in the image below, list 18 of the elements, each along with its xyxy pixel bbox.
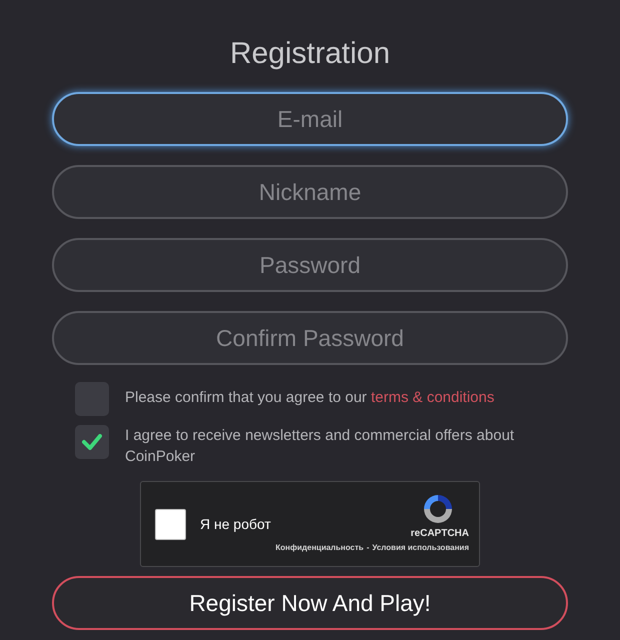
form-title: Registration (230, 36, 390, 72)
input-field[interactable]: Confirm Password (52, 311, 568, 365)
captcha-label: Я не робот (200, 514, 271, 534)
register-button[interactable]: Register Now And Play! (52, 576, 568, 630)
input-field[interactable]: E-mail (52, 92, 568, 146)
input-field[interactable]: Password (52, 238, 568, 292)
checkmark-icon (82, 434, 102, 450)
input-field[interactable]: Nickname (52, 165, 568, 219)
terms-link[interactable]: Условия использования (372, 542, 469, 554)
recaptcha-brand: reCAPTCHA (410, 528, 469, 540)
captcha-checkbox[interactable] (155, 508, 186, 540)
recaptcha-logo-icon (421, 492, 455, 526)
terms-link[interactable]: terms & conditions (370, 388, 494, 408)
link-separator: - (366, 542, 370, 554)
agreement-text: Please confirm that you agree to our (125, 388, 368, 408)
agreement-text: I agree to receive newsletters and commercial offers about CoinPoker (125, 426, 516, 467)
privacy-link[interactable]: Конфиденциальность (276, 542, 364, 554)
checkbox[interactable] (75, 425, 109, 459)
